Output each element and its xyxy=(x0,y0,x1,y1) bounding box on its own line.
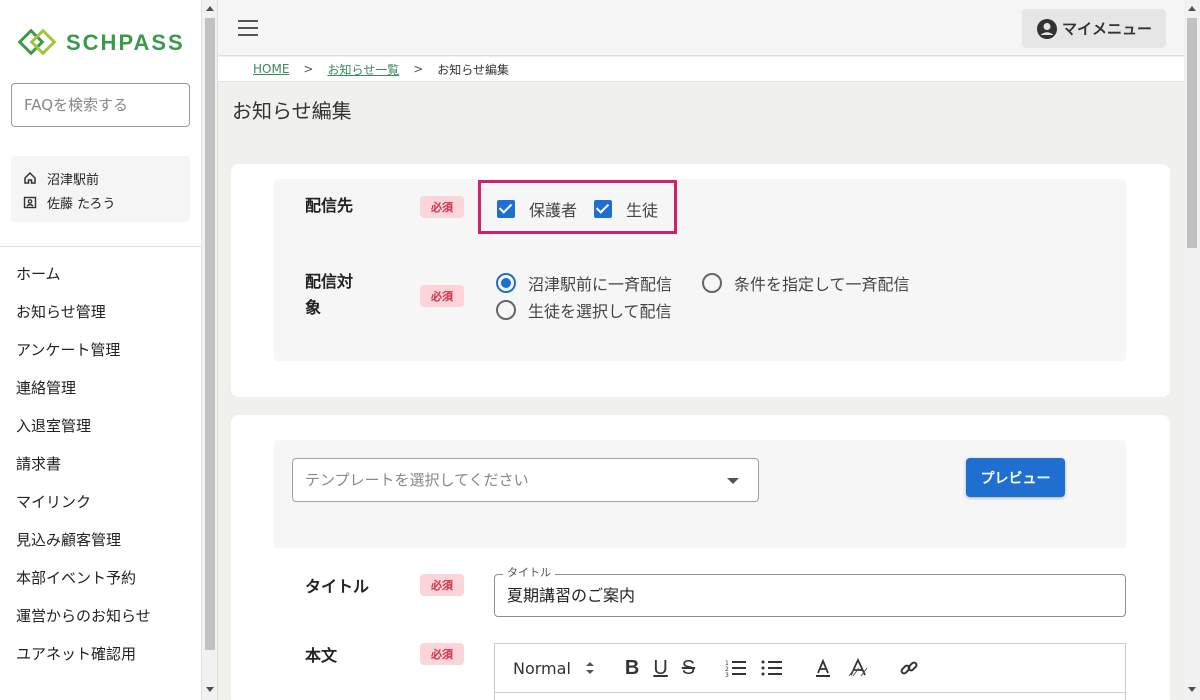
checkbox-label: 保護者 xyxy=(529,201,578,220)
radio-label: 生徒を選択して配信 xyxy=(528,302,672,321)
sidebar-item-yournet[interactable]: ユアネット確認用 xyxy=(0,635,202,673)
mymenu-label: マイメニュー xyxy=(1061,20,1152,38)
checkbox-checked-icon xyxy=(497,200,515,218)
sidebar-item-hq-event[interactable]: 本部イベント予約 xyxy=(0,559,202,597)
scroll-down-arrow-icon[interactable] xyxy=(206,687,214,692)
faq-search-input[interactable] xyxy=(11,83,190,127)
preview-button[interactable]: プレビュー xyxy=(966,458,1065,497)
brand-name: SCHPASS xyxy=(66,30,185,55)
sidebar-item-operator-news[interactable]: 運営からのお知らせ xyxy=(0,597,202,635)
required-badge: 必須 xyxy=(420,285,464,307)
body-editor[interactable]: Normal B U S 123 xyxy=(494,643,1126,700)
sidebar: SCHPASS 沼津駅前 佐藤 たろう ホーム お知らせ管理 アンケート管理 連… xyxy=(0,0,202,700)
school-name: 沼津駅前 xyxy=(47,172,100,188)
home-icon xyxy=(24,171,36,184)
strike-button[interactable]: S xyxy=(682,657,695,680)
sidebar-nav: ホーム お知らせ管理 アンケート管理 連絡管理 入退室管理 請求書 マイリンク … xyxy=(0,255,202,673)
checkbox-student[interactable]: 生徒 xyxy=(594,197,658,221)
checkbox-guardian[interactable]: 保護者 xyxy=(497,197,577,221)
required-badge: 必須 xyxy=(420,574,464,596)
format-select[interactable]: Normal xyxy=(513,659,595,678)
scroll-up-arrow-icon[interactable] xyxy=(1188,6,1196,11)
radio-empty-icon xyxy=(702,273,722,293)
format-select-value: Normal xyxy=(513,658,571,678)
main-scroll-thumb[interactable] xyxy=(1187,18,1197,248)
user-name: 佐藤 たろう xyxy=(47,196,116,212)
badge-icon xyxy=(23,196,37,209)
sidebar-item-mylink[interactable]: マイリンク xyxy=(0,483,202,521)
editor-toolbar: Normal B U S 123 xyxy=(495,644,1125,693)
schpass-logo-icon xyxy=(17,28,58,58)
sidebar-item-invoice[interactable]: 請求書 xyxy=(0,445,202,483)
background-color-icon[interactable] xyxy=(847,658,869,678)
underline-button[interactable]: U xyxy=(653,657,667,680)
body-label: 本文 xyxy=(305,646,338,665)
title-input[interactable]: 夏期講習のご案内 xyxy=(494,574,1126,617)
bullet-list-icon[interactable] xyxy=(761,659,783,677)
dropdown-arrow-icon xyxy=(727,478,739,484)
sidebar-item-attendance[interactable]: 入退室管理 xyxy=(0,407,202,445)
scroll-up-arrow-icon[interactable] xyxy=(206,6,214,11)
link-icon[interactable] xyxy=(899,658,919,678)
text-color-icon[interactable] xyxy=(813,658,833,678)
title-label: タイトル xyxy=(305,577,370,596)
school-row: 沼津駅前 xyxy=(23,166,178,190)
target-label: 配信対 象 xyxy=(305,269,353,321)
account-circle-icon xyxy=(1036,18,1057,39)
app-header: マイメニュー xyxy=(218,0,1184,56)
sidebar-item-home[interactable]: ホーム xyxy=(0,255,202,293)
template-placeholder: テンプレートを選択してください xyxy=(305,471,529,489)
breadcrumb-sep: > xyxy=(303,62,314,76)
radio-label: 沼津駅前に一斉配信 xyxy=(528,275,673,294)
checkbox-label: 生徒 xyxy=(626,201,659,220)
title-input-legend: タイトル xyxy=(503,566,555,580)
target-label-line2: 象 xyxy=(305,298,322,317)
radio-selected-icon xyxy=(496,273,516,293)
target-label-line1: 配信対 xyxy=(305,272,354,291)
sidebar-item-prospects[interactable]: 見込み顧客管理 xyxy=(0,521,202,559)
page-title: お知らせ編集 xyxy=(232,99,352,123)
sidebar-item-contact[interactable]: 連絡管理 xyxy=(0,369,202,407)
checkbox-checked-icon xyxy=(594,200,612,218)
radio-label: 条件を指定して一斉配信 xyxy=(734,275,910,294)
sidebar-item-notice[interactable]: お知らせ管理 xyxy=(0,293,202,331)
radio-select-students[interactable]: 生徒を選択して配信 xyxy=(496,298,672,322)
delivery-section xyxy=(274,179,1126,361)
breadcrumb-notice-list[interactable]: お知らせ一覧 xyxy=(327,61,399,78)
breadcrumb: HOME > お知らせ一覧 > お知らせ編集 xyxy=(218,57,1184,82)
updown-arrow-icon xyxy=(585,662,594,674)
mymenu-button[interactable]: マイメニュー xyxy=(1022,9,1166,48)
radio-empty-icon xyxy=(496,300,516,320)
school-info: 沼津駅前 佐藤 たろう xyxy=(11,156,190,222)
radio-conditional[interactable]: 条件を指定して一斉配信 xyxy=(702,271,910,295)
destination-label: 配信先 xyxy=(305,196,354,215)
breadcrumb-home[interactable]: HOME xyxy=(253,62,289,76)
sidebar-divider xyxy=(0,246,202,247)
scroll-down-arrow-icon[interactable] xyxy=(1188,687,1196,692)
sidebar-item-survey[interactable]: アンケート管理 xyxy=(0,331,202,369)
sidebar-scrollbar[interactable] xyxy=(202,0,218,700)
logo[interactable]: SCHPASS xyxy=(17,28,185,58)
required-badge: 必須 xyxy=(420,196,464,218)
main-scrollbar[interactable] xyxy=(1184,0,1200,700)
template-select[interactable]: テンプレートを選択してください xyxy=(292,458,759,502)
sidebar-scroll-thumb[interactable] xyxy=(205,18,215,650)
breadcrumb-current: お知らせ編集 xyxy=(437,62,510,77)
delivery-card xyxy=(231,164,1170,397)
radio-all-school[interactable]: 沼津駅前に一斉配信 xyxy=(496,271,672,295)
user-row: 佐藤 たろう xyxy=(23,190,178,214)
hamburger-menu-icon[interactable] xyxy=(238,20,258,36)
required-badge: 必須 xyxy=(420,643,464,665)
svg-text:3: 3 xyxy=(725,672,729,677)
breadcrumb-sep: > xyxy=(413,62,424,76)
ordered-list-icon[interactable]: 123 xyxy=(725,659,747,677)
bold-button[interactable]: B xyxy=(625,657,639,680)
